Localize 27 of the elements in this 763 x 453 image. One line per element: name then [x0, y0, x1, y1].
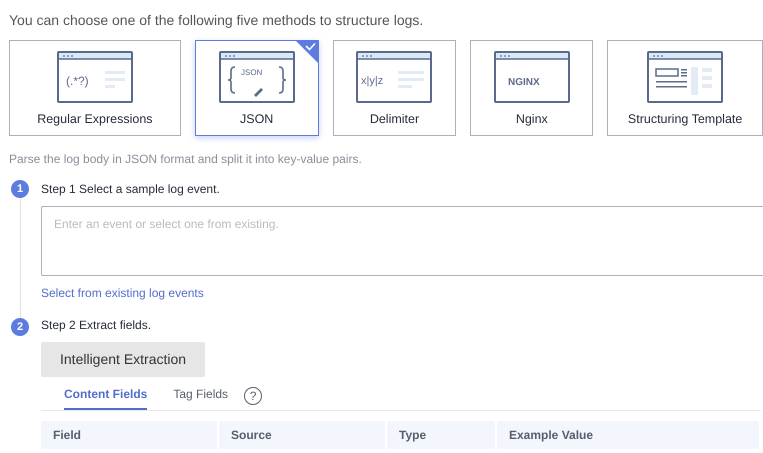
help-icon[interactable]: ?: [244, 386, 262, 404]
description-text: Parse the log body in JSON format and split it into key-value pairs.: [9, 151, 363, 168]
intelligent-extraction-button[interactable]: Intelligent Extraction: [41, 342, 206, 377]
fields-tab[interactable]: Tag Fields: [173, 381, 228, 410]
delimiter-window-icon: x|y|z: [356, 51, 432, 103]
step-number: 1: [11, 180, 29, 198]
column-header: Type: [387, 421, 497, 449]
method-card[interactable]: NGINX Nginx: [470, 40, 594, 136]
intro-text: You can choose one of the following five methods to structure logs.: [8, 11, 424, 30]
method-card[interactable]: x|y|z Delimiter: [332, 40, 456, 136]
event-input[interactable]: Enter an event or select one from existing.: [41, 206, 763, 276]
step-title: Step 1 Select a sample log event.: [41, 181, 221, 198]
step-title: Step 2 Extract fields.: [41, 317, 152, 334]
column-header: Field: [41, 421, 219, 449]
step-number: 2: [11, 318, 29, 336]
existing-events-link[interactable]: Select from existing log events: [41, 284, 204, 302]
check-icon: [296, 41, 318, 63]
fields-tab[interactable]: Content Fields: [64, 381, 148, 410]
regex-window-icon: (.*?): [56, 51, 133, 103]
column-header: Source: [219, 421, 387, 449]
method-card[interactable]: Structuring Template: [607, 40, 763, 136]
column-header: Example Value: [497, 421, 761, 449]
method-card[interactable]: (.*?) Regular Expressions: [9, 40, 181, 136]
json-window-icon: JSON: [218, 51, 295, 103]
method-card[interactable]: JSON JSON: [194, 40, 319, 136]
nginx-window-icon: NGINX: [494, 51, 570, 103]
template-window-icon: [647, 51, 724, 103]
